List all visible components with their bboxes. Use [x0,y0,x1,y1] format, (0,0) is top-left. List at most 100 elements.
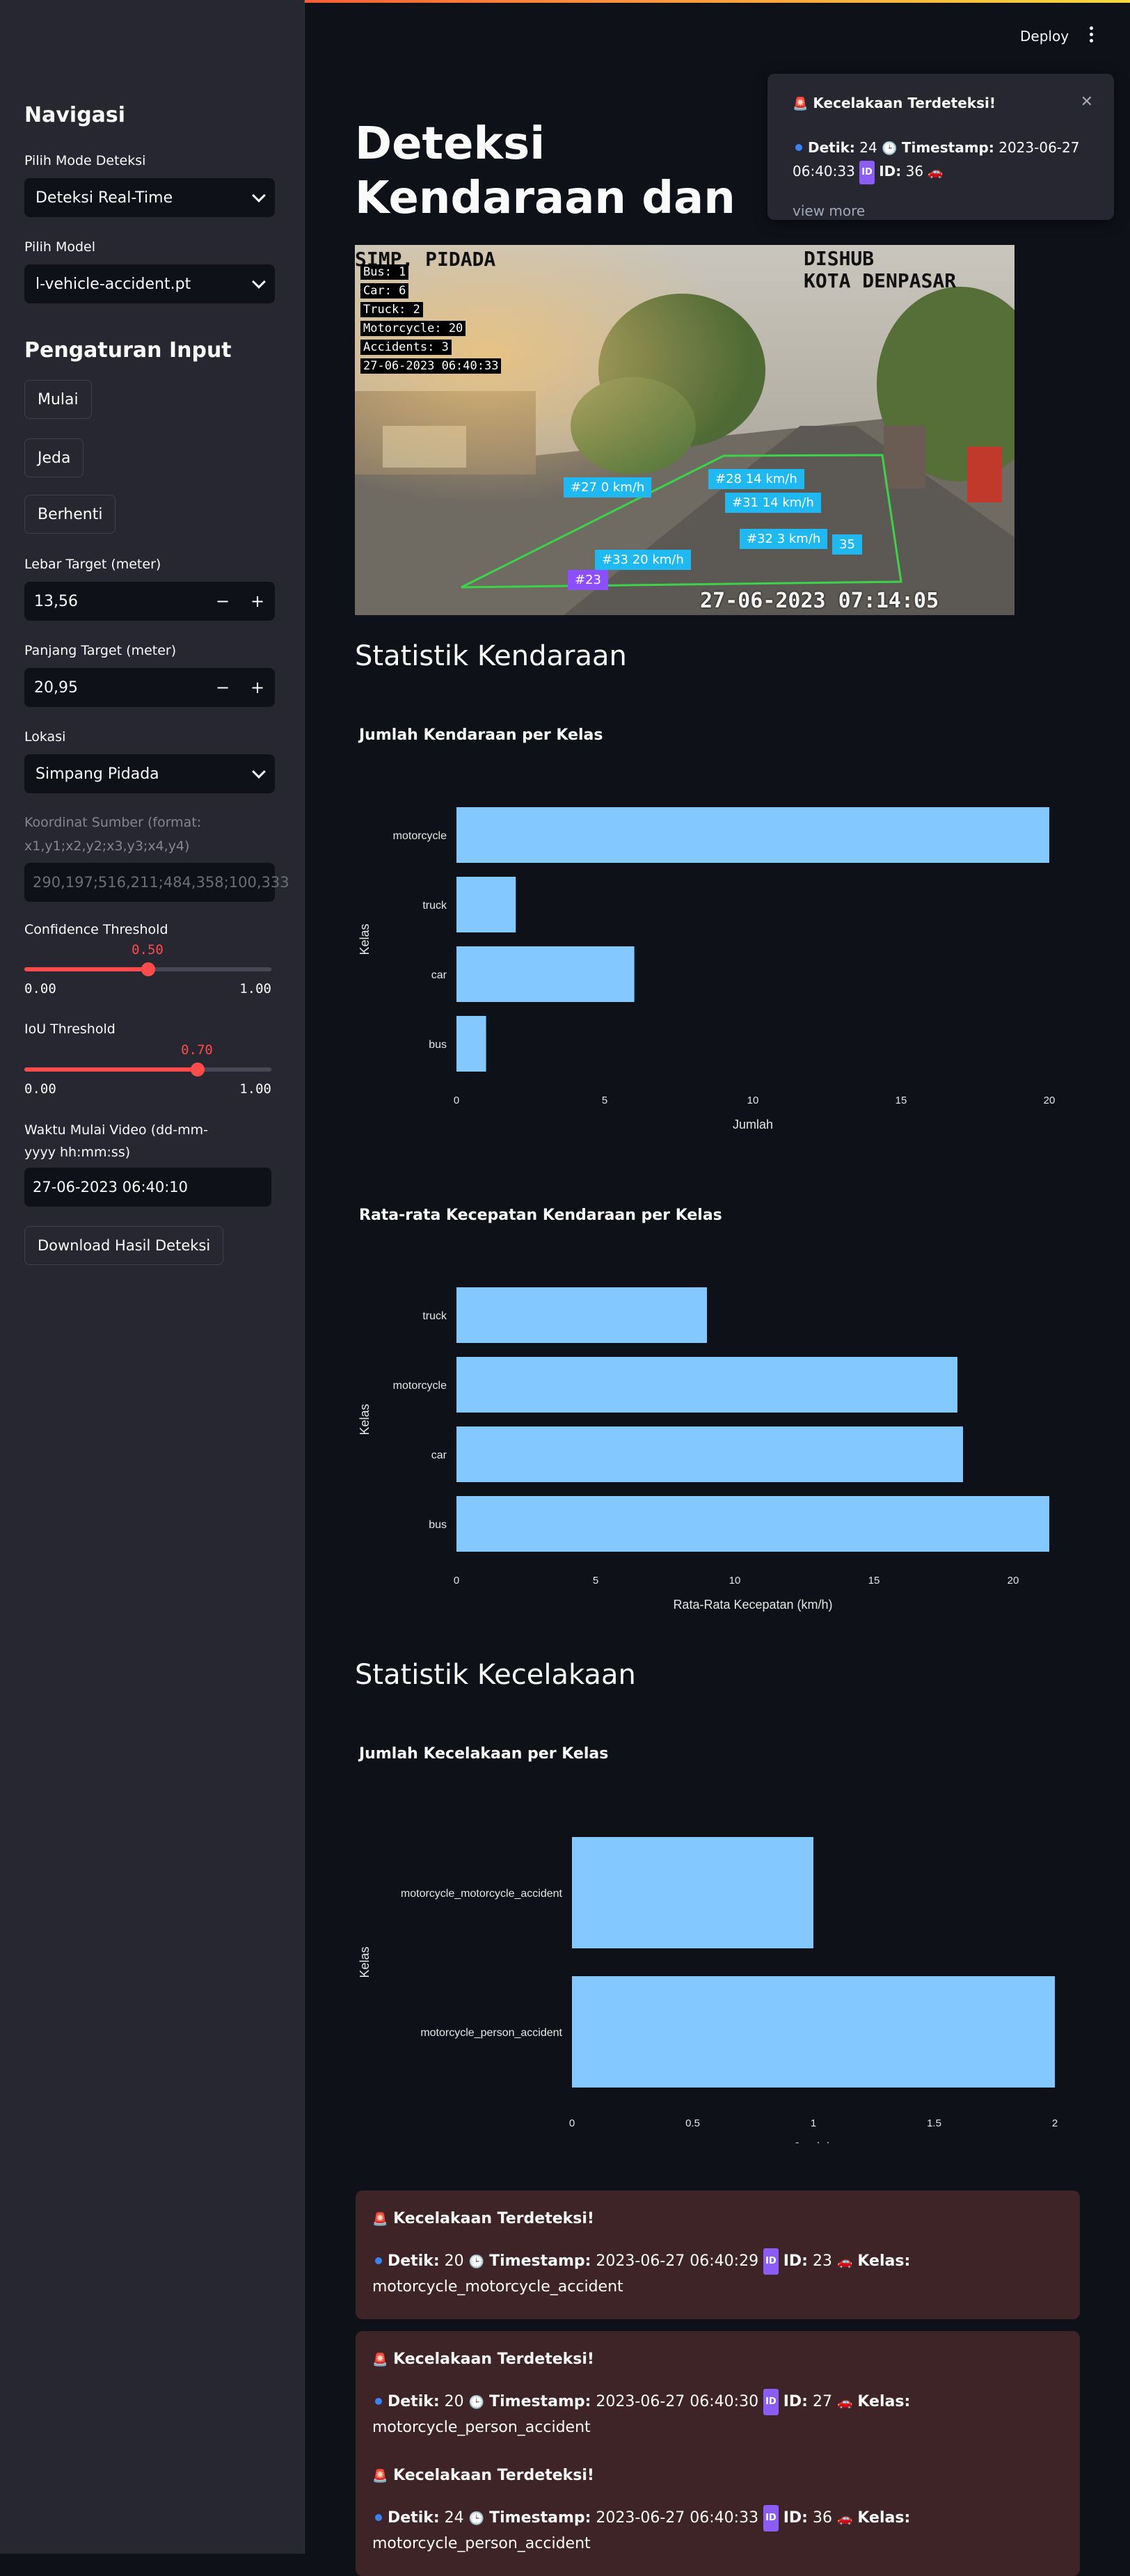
alert-kelas: motorcycle_person_accident [372,2535,591,2552]
start-time-input[interactable]: 27-06-2023 06:40:10 [24,1168,271,1207]
alert-title: Kecelakaan Terdeteksi! [393,2351,594,2368]
detik-label: Detik: [388,2252,440,2270]
id-label: ID: [783,2393,808,2410]
width-value: 13,56 [34,592,78,610]
slider-min: 0.00 [24,981,56,996]
coord-label: Koordinat Sumber (format: x1,y1;x2,y2;x3… [24,815,202,854]
slider-min: 0.00 [24,1081,56,1097]
alert-id: 27 [812,2393,832,2410]
chevron-down-icon [252,765,266,779]
view-more-link[interactable]: view more [793,202,1089,219]
x-tick-label: 15 [868,1575,880,1587]
menu-icon[interactable] [1090,26,1094,45]
siren-icon: 🚨 [372,2212,388,2227]
x-tick-label: 1.5 [927,2117,941,2129]
category-tick-label: car [431,969,447,981]
siren-icon: 🚨 [372,2469,388,2483]
category-tick-label: motorcycle_motorcycle_accident [401,1888,563,1900]
accident-stats-title: Statistik Kecelakaan [355,1659,636,1691]
y-axis-label: Kelas [358,1946,372,1978]
toast-detik: 24 [859,139,877,156]
count-label: Accidents: 3 [360,340,452,355]
x-tick-label: 0 [454,1095,459,1106]
mode-label: Pilih Mode Deteksi [24,153,146,168]
category-tick-label: bus [429,1519,447,1531]
count-label: Motorcycle: 20 [360,321,466,336]
iou-thumb[interactable] [190,1063,205,1076]
webcam-feed: SIMP. PIDADA DISHUB KOTA DENPASAR Bus: 1… [355,245,1014,615]
speed-chart: truck motorcycle car bus 0 5 10 15 20 Rata-Rata K… [358,1287,1049,1612]
alert-ts: 2023-06-27 06:40:29 [596,2252,759,2270]
detection-label: 35 [832,534,862,555]
toast-notification: 🚨 Kecelakaan Terdeteksi! Detik: 24 🕒 Tim… [767,74,1114,220]
bullet-icon [375,2514,382,2521]
count-label: 27-06-2023 06:40:33 [360,358,502,374]
bar [456,946,635,1002]
kelas-label: Kelas: [857,2252,911,2270]
model-value: l-vehicle-accident.pt [35,275,191,293]
increment-icon[interactable]: + [240,591,275,611]
id-label: ID: [879,163,902,180]
chart-title: Rata-rata Kecepatan Kendaraan per Kelas [359,1207,722,1224]
coord-input[interactable]: 290,197;516,211;484,358;100,333 [24,863,289,902]
conf-label: Confidence Threshold [24,922,168,937]
alert-kelas: motorcycle_person_accident [372,2419,591,2436]
toast-title: Kecelakaan Terdeteksi! [813,95,996,111]
x-tick-label: 1 [811,2117,816,2129]
bar [456,1287,707,1343]
start-button[interactable]: Mulai [24,380,92,419]
decrement-icon[interactable]: − [205,678,240,697]
detik-label: Detik: [388,2509,440,2527]
alert-kelas: motorcycle_motorcycle_accident [372,2278,623,2296]
category-tick-label: bus [429,1039,447,1051]
model-select[interactable]: l-vehicle-accident.pt [24,264,275,303]
camera-timestamp: 27-06-2023 07:14:05 [700,589,939,613]
siren-icon: 🚨 [372,2353,388,2367]
category-tick-label: motorcycle [393,830,447,842]
slider-max: 1.00 [239,1081,271,1097]
id-label: ID: [783,2509,808,2527]
conf-slider[interactable]: 0.50 0.00 1.00 [24,942,271,998]
ts-label: Timestamp: [489,2393,591,2410]
location-select[interactable]: Simpang Pidada [24,754,275,793]
decrement-icon[interactable]: − [205,591,240,611]
nav-title: Navigasi [24,103,126,127]
width-input[interactable]: 13,56 − + [24,582,275,621]
input-settings-title: Pengaturan Input [24,338,232,363]
id-label: ID: [783,2252,808,2270]
mode-select[interactable]: Deteksi Real-Time [24,178,275,217]
iou-slider[interactable]: 0.70 0.00 1.00 [24,1042,271,1098]
x-tick-label: 0 [569,2117,575,2129]
car-icon: 🚗 [836,2255,853,2269]
x-tick-label: 5 [593,1575,598,1587]
y-axis-label: Kelas [358,923,372,955]
chart-title: Jumlah Kecelakaan per Kelas [359,1745,609,1763]
id-badge-icon: ID [763,2505,779,2531]
conf-value: 0.50 [132,942,164,957]
alert-ts: 2023-06-27 06:40:30 [596,2393,759,2410]
clock-icon: 🕒 [468,2395,485,2410]
close-icon[interactable]: ✕ [1081,93,1093,111]
bullet-icon [795,144,802,151]
count-label: Car: 6 [360,283,409,299]
page-title: Deteksi Kendaraan dan Kecepatan - Webcam [355,118,735,228]
length-label: Panjang Target (meter) [24,643,177,658]
pause-button[interactable]: Jeda [24,438,84,477]
toast-id: 36 [905,163,924,180]
stop-button[interactable]: Berhenti [24,495,116,534]
sidebar: Navigasi Pilih Mode Deteksi Deteksi Real… [0,0,305,2554]
download-button[interactable]: Download Hasil Deteksi [24,1226,224,1265]
detik-label: Detik: [808,139,855,156]
car-icon: 🚗 [928,165,944,180]
category-tick-label: truck [422,1310,447,1322]
detection-label: #23 [568,570,608,590]
detection-label: #31 14 km/h [725,493,821,513]
increment-icon[interactable]: + [240,678,275,697]
bar [456,1357,957,1413]
length-input[interactable]: 20,95 − + [24,668,275,707]
detection-label: #28 14 km/h [708,469,804,489]
deploy-button[interactable]: Deploy [1020,28,1069,45]
siren-icon: 🚨 [793,97,809,111]
alert-title: Kecelakaan Terdeteksi! [393,2467,594,2484]
conf-thumb[interactable] [141,962,155,976]
